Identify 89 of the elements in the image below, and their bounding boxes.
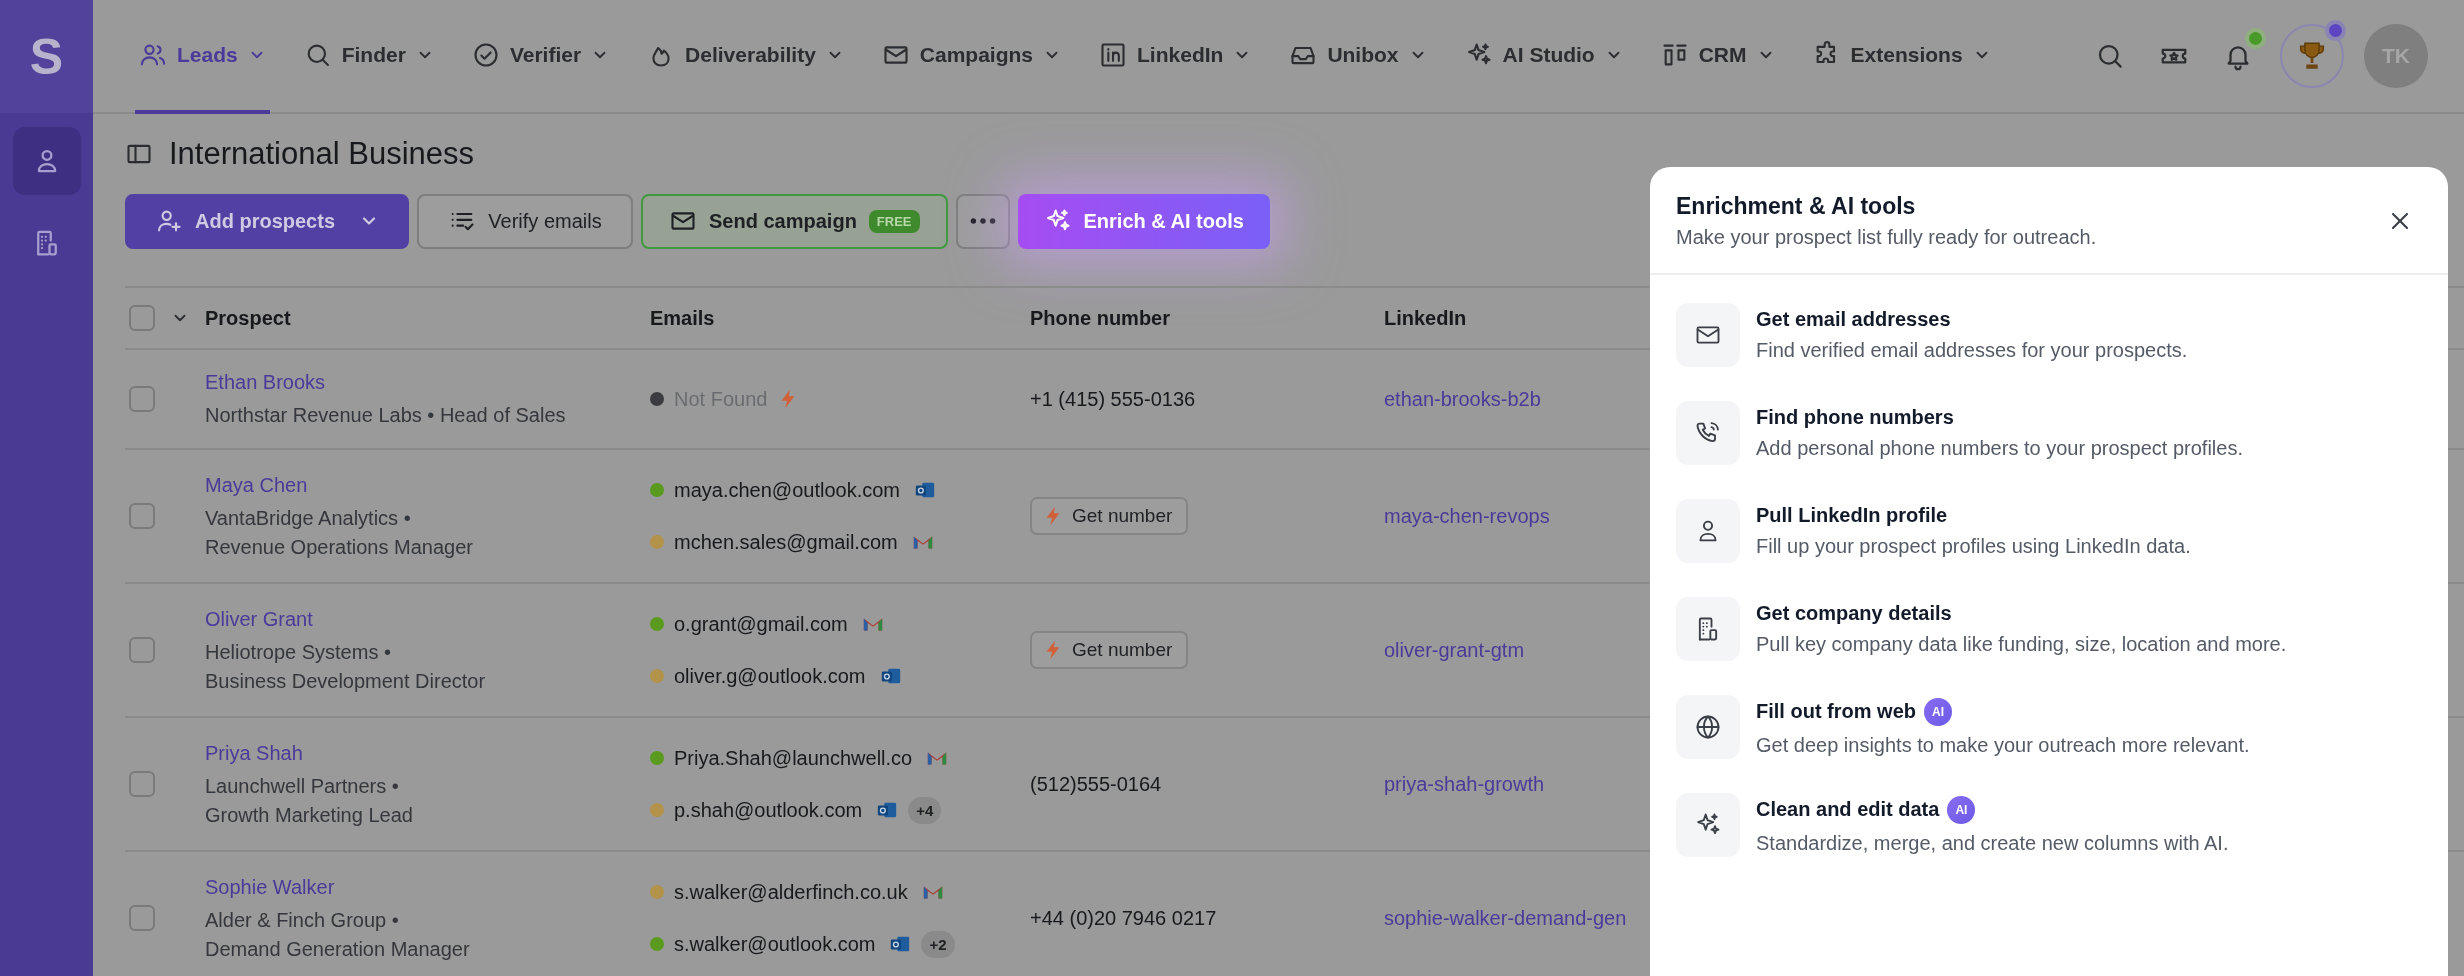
nav-tab[interactable]: CRM	[1656, 0, 1779, 114]
prospect-details: Northstar Revenue Labs • Head of Sales	[205, 404, 567, 427]
nav-tab[interactable]: Finder	[299, 0, 438, 114]
option-description: Get deep insights to make your outreach more relevant.	[1756, 733, 2250, 757]
ai-badge: AI	[1924, 697, 1952, 726]
email-address: p.shah@outlook.com	[674, 798, 863, 822]
option-description: Find verified email addresses for your prospects.	[1756, 339, 2188, 362]
nav-tab[interactable]: Leads	[135, 0, 270, 114]
enrichment-option[interactable]: Fill out from web AI Get deep insights to make your outreach more relevant.	[1676, 695, 2422, 759]
row-checkbox[interactable]	[129, 771, 155, 797]
option-description: Pull key company data like funding, size, location and more.	[1756, 633, 2287, 656]
linkedin-icon	[1099, 41, 1128, 69]
prospect-name[interactable]: Priya Shah	[205, 741, 650, 765]
column-header: Phone number	[1030, 306, 1170, 329]
more-button[interactable]	[955, 193, 1010, 249]
row-checkbox[interactable]	[129, 503, 155, 529]
nav-tab[interactable]: Unibox	[1285, 0, 1431, 114]
email-address: mchen.sales@gmail.com	[674, 530, 898, 554]
send-campaign-button[interactable]: Send campaign FREE	[641, 193, 948, 249]
nav-tab[interactable]: Extensions	[1808, 0, 1995, 114]
column-header: Emails	[650, 306, 715, 329]
nav-tab[interactable]: AI Studio	[1460, 0, 1627, 114]
email-address: s.walker@outlook.com	[674, 932, 876, 956]
enrichment-option[interactable]: Get company details Pull key company data like funding, size, location and more.	[1676, 597, 2422, 661]
email-address: maya.chen@outlook.com	[674, 478, 900, 502]
logo[interactable]: S	[29, 27, 64, 86]
prospect-name[interactable]: Maya Chen	[205, 473, 650, 497]
linkedin-link[interactable]: priya-shah-growth	[1384, 772, 1545, 795]
add-prospects-button[interactable]: Add prospects	[125, 193, 410, 249]
nav-tab[interactable]: Verifier	[467, 0, 614, 114]
option-title: Find phone numbers	[1756, 406, 1954, 429]
free-badge: FREE	[868, 209, 920, 233]
prospect-details: Revenue Operations Manager	[205, 535, 474, 559]
check-circle-icon	[471, 41, 500, 69]
option-description: Standardize, merge, and create new columns with AI.	[1756, 831, 2229, 855]
option-title: Get company details	[1756, 602, 1952, 625]
option-title: Clean and edit data	[1756, 798, 1940, 821]
ai-badge: AI	[1947, 795, 1976, 824]
option-description: Add personal phone numbers to your prospect profiles.	[1756, 437, 2243, 460]
enrichment-option[interactable]: Get email addresses Find verified email addresses for your prospects.	[1676, 303, 2422, 367]
select-all-checkbox[interactable]	[129, 305, 155, 331]
more-count-badge[interactable]: +4	[908, 796, 942, 824]
prospect-details: Business Development Director	[205, 669, 487, 693]
email-address: s.walker@alderfinch.co.uk	[674, 880, 908, 904]
prospect-details: Launchwell Partners •	[205, 774, 400, 798]
option-title: Get email addresses	[1756, 308, 1951, 331]
page-title: International Business	[169, 136, 475, 172]
get-number-button[interactable]: Get number	[1030, 631, 1189, 669]
prospect-details: Demand Generation Manager	[205, 937, 471, 961]
more-icon	[970, 218, 995, 224]
column-header: LinkedIn	[1384, 306, 1467, 329]
get-number-button[interactable]: Get number	[1030, 497, 1189, 535]
enrich-button[interactable]: Enrich & AI tools	[1017, 193, 1270, 249]
enrichment-option[interactable]: Pull LinkedIn profile Fill up your prospect profiles using LinkedIn data.	[1676, 499, 2422, 563]
email-address: oliver.g@outlook.com	[674, 664, 866, 688]
row-checkbox[interactable]	[129, 905, 155, 931]
option-title: Fill out from web	[1756, 700, 1916, 723]
phone-number: +1 (415) 555-0136	[1030, 387, 1196, 410]
prospect-name[interactable]: Ethan Brooks	[205, 371, 650, 394]
prospect-details: Alder & Finch Group •	[205, 908, 400, 932]
option-title: Pull LinkedIn profile	[1756, 504, 1948, 527]
email-address: Priya.Shah@launchwell.co	[674, 746, 913, 770]
linkedin-link[interactable]: maya-chen-revops	[1384, 504, 1550, 527]
phone-number: +44 (0)20 7946 0217	[1030, 906, 1217, 929]
option-description: Fill up your prospect profiles using LinkedIn data.	[1756, 535, 2191, 558]
more-count-badge[interactable]: +2	[921, 930, 955, 958]
linkedin-link[interactable]: sophie-walker-demand-gen	[1384, 906, 1627, 929]
panel-subtitle: Make your prospect list fully ready for outreach.	[1676, 226, 2097, 249]
prospect-details: VantaBridge Analytics •	[205, 506, 412, 530]
prospect-details: Growth Marketing Lead	[205, 803, 414, 827]
prospect-details: Heliotrope Systems •	[205, 640, 392, 664]
sidebar-item[interactable]	[12, 127, 81, 195]
row-checkbox[interactable]	[129, 637, 155, 663]
nav-tab[interactable]: LinkedIn	[1095, 0, 1256, 114]
globe-icon	[1694, 713, 1722, 741]
panel-title: Enrichment & AI tools	[1676, 193, 1917, 220]
email-address: o.grant@gmail.com	[674, 612, 848, 636]
prospect-name[interactable]: Sophie Walker	[205, 875, 650, 899]
nav-tab[interactable]: Deliverability	[643, 0, 848, 114]
nav-tab[interactable]: Campaigns	[877, 0, 1066, 114]
phone-number: (512)555-0164	[1030, 772, 1162, 795]
enrichment-option[interactable]: Find phone numbers Add personal phone numbers to your prospect profiles.	[1676, 401, 2422, 465]
verify-emails-button[interactable]: Verify emails	[417, 193, 634, 249]
column-header: Prospect	[205, 306, 291, 329]
row-checkbox[interactable]	[129, 386, 155, 412]
enrichment-option[interactable]: Clean and edit data AI Standardize, merge, and create new columns with AI.	[1676, 793, 2422, 857]
linkedin-link[interactable]: oliver-grant-gtm	[1384, 638, 1525, 661]
linkedin-link[interactable]: ethan-brooks-b2b	[1384, 387, 1541, 410]
prospect-name[interactable]: Oliver Grant	[205, 607, 650, 631]
